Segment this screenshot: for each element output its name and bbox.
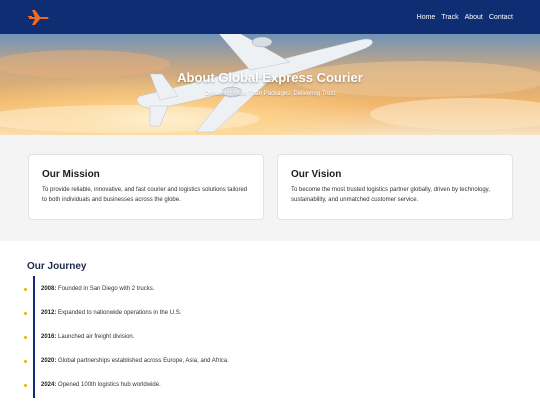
timeline-year: 2024: xyxy=(41,382,57,388)
timeline-text: Founded in San Diego with 2 trucks. xyxy=(56,286,155,292)
timeline-dot xyxy=(24,359,27,363)
hero-banner: About Global Express Courier Delivering … xyxy=(0,34,540,135)
main-nav: Home Track About Contact xyxy=(417,14,513,21)
airplane-icon[interactable] xyxy=(27,5,51,29)
nav-link-contact[interactable]: Contact xyxy=(489,14,513,21)
timeline-item: 2008: Founded in San Diego with 2 trucks… xyxy=(24,286,154,292)
timeline-text: Opened 100th logistics hub worldwide. xyxy=(56,382,161,388)
site-header: Home Track About Contact xyxy=(0,0,540,34)
timeline-text: Global partnerships established across E… xyxy=(56,358,229,364)
journey-title: Our Journey xyxy=(27,261,87,272)
timeline-year: 2016: xyxy=(41,334,57,340)
timeline-year: 2008: xyxy=(41,286,57,292)
mission-title: Our Mission xyxy=(42,169,100,180)
vision-title: Our Vision xyxy=(291,169,342,180)
mission-vision-section: Our Mission To provide reliable, innovat… xyxy=(0,135,540,241)
vision-text: To become the most trusted logistics par… xyxy=(291,187,490,203)
nav-link-track[interactable]: Track xyxy=(441,14,458,21)
timeline-item: 2012: Expanded to nationwide operations … xyxy=(24,310,181,316)
timeline-item: 2016: Launched air freight division. xyxy=(24,334,134,340)
timeline-text: Launched air freight division. xyxy=(56,334,135,340)
timeline-item: 2020: Global partnerships established ac… xyxy=(24,358,229,364)
timeline-item: 2024: Opened 100th logistics hub worldwi… xyxy=(24,382,161,388)
timeline-dot xyxy=(24,287,27,291)
mission-text: To provide reliable, innovative, and fas… xyxy=(42,187,248,203)
mission-card: Our Mission To provide reliable, innovat… xyxy=(28,154,264,220)
timeline-dot xyxy=(24,311,27,315)
timeline-year: 2020: xyxy=(41,358,57,364)
nav-link-home[interactable]: Home xyxy=(417,14,436,21)
timeline-dot xyxy=(24,383,27,387)
timeline-year: 2012: xyxy=(41,310,57,316)
timeline-dot xyxy=(24,335,27,339)
hero-subtitle: Delivering More Than Packages: Deliverin… xyxy=(204,91,336,97)
nav-link-about[interactable]: About xyxy=(465,14,483,21)
hero-title: About Global Express Courier xyxy=(177,70,363,85)
timeline-text: Expanded to nationwide operations in the… xyxy=(56,310,182,316)
vision-card: Our Vision To become the most trusted lo… xyxy=(277,154,513,220)
